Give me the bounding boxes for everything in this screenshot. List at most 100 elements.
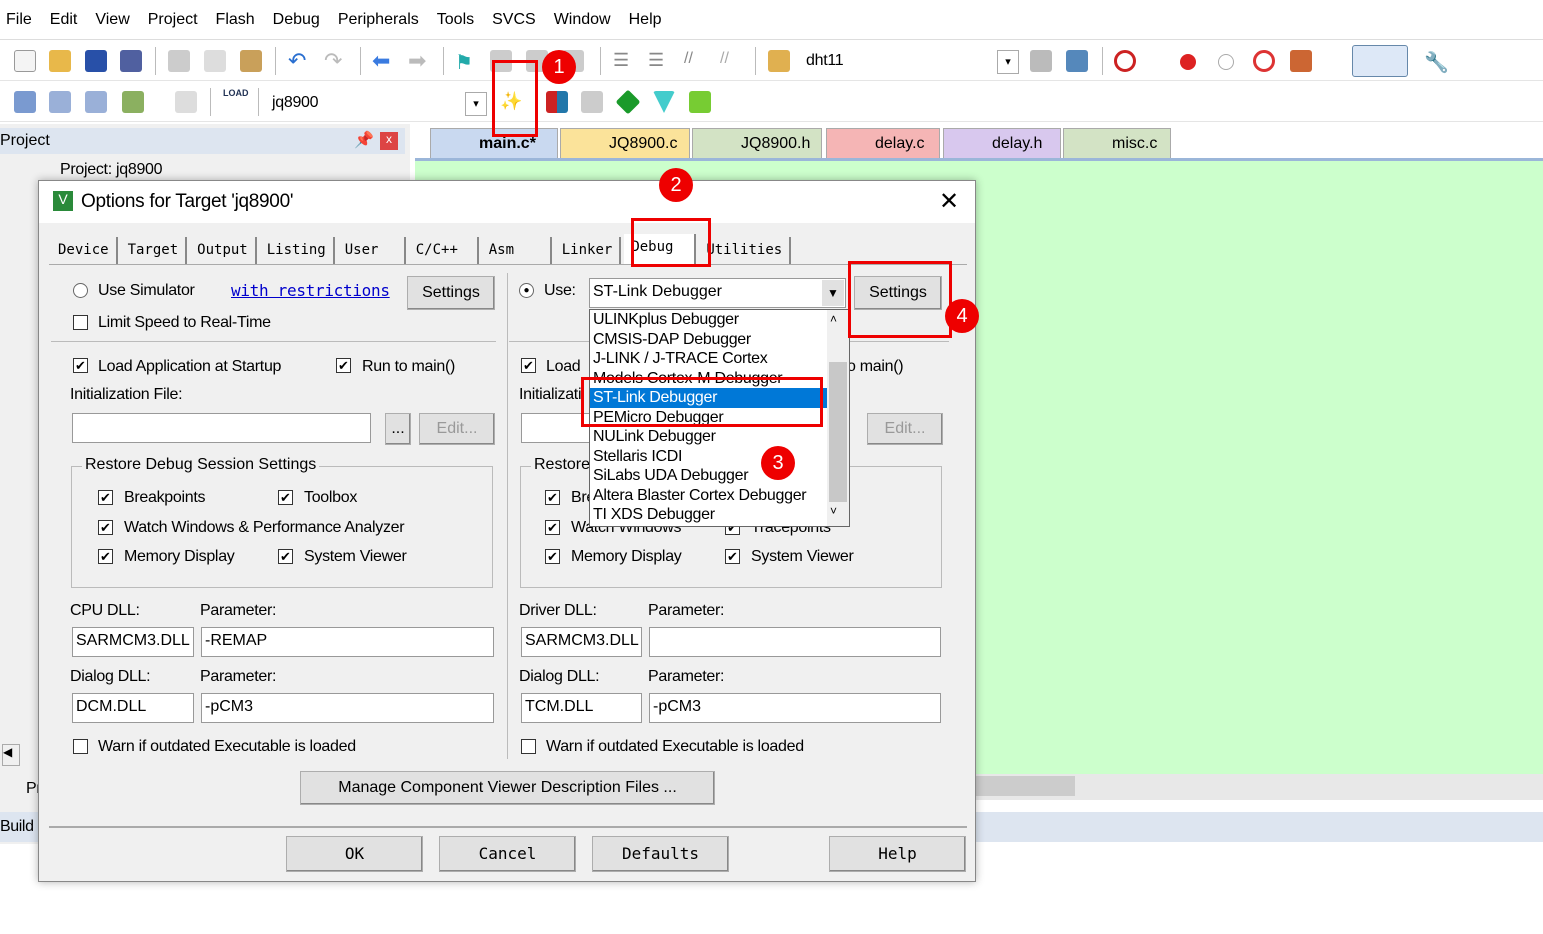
menu-debug[interactable]: Debug xyxy=(267,11,332,29)
tab-listing[interactable]: Listing xyxy=(260,237,335,265)
bookmark-icon[interactable]: ⚑ xyxy=(455,50,477,74)
close-dialog-icon[interactable]: ✕ xyxy=(939,187,959,216)
menu-file[interactable]: File xyxy=(0,11,44,29)
kill-all-breakpoints-icon[interactable] xyxy=(1290,50,1312,72)
tab-asm[interactable]: Asm xyxy=(482,237,552,265)
tab-output[interactable]: Output xyxy=(190,237,257,265)
limit-speed-checkbox[interactable] xyxy=(73,315,88,330)
debugger-option[interactable]: J-LINK / J-TRACE Cortex xyxy=(590,349,849,369)
menu-help[interactable]: Help xyxy=(623,11,674,29)
debugger-option[interactable]: TI XDS Debugger xyxy=(590,505,849,525)
tab-misc-c[interactable]: misc.c xyxy=(1063,128,1171,158)
memory-display-checkbox[interactable]: ✔ xyxy=(98,549,113,564)
debugger-dropdown-arrow-icon[interactable]: ▼ xyxy=(822,280,844,306)
find-in-files-icon[interactable] xyxy=(768,50,790,72)
find-combo-value[interactable]: dht11 xyxy=(806,52,844,70)
tab-utilities[interactable]: Utilities xyxy=(699,237,792,265)
right-breakpoints-checkbox[interactable]: ✔ xyxy=(545,490,560,505)
right-edit-init-file-button[interactable]: Edit... xyxy=(867,413,943,445)
cut-icon[interactable] xyxy=(168,50,190,72)
right-load-application-checkbox[interactable]: ✔ xyxy=(521,358,536,373)
browse-init-file-button[interactable]: ... xyxy=(385,413,411,445)
indent-icon[interactable]: ☰ xyxy=(613,50,635,72)
manage-component-viewer-button[interactable]: Manage Component Viewer Description File… xyxy=(300,771,715,805)
menu-edit[interactable]: Edit xyxy=(44,11,90,29)
menu-flash[interactable]: Flash xyxy=(210,11,267,29)
manage-runtime-icon[interactable] xyxy=(653,91,675,113)
run-to-main-checkbox[interactable]: ✔ xyxy=(336,358,351,373)
driver-parameter-input[interactable] xyxy=(649,627,941,657)
breakpoints-checkbox[interactable]: ✔ xyxy=(98,490,113,505)
right-dialog-dll-input[interactable]: TCM.DLL xyxy=(521,693,642,723)
debug-session-icon[interactable] xyxy=(1114,50,1136,72)
cpu-dll-input[interactable]: SARMCM3.DLL xyxy=(72,627,194,657)
dialog-parameter-input[interactable]: -pCM3 xyxy=(201,693,494,723)
tab-target[interactable]: Target xyxy=(121,237,188,265)
scroll-left-icon[interactable]: ◀ xyxy=(2,744,20,766)
tab-jq8900-h[interactable]: JQ8900.h xyxy=(692,128,822,158)
redo-icon[interactable]: ↷ xyxy=(324,50,346,72)
menu-project[interactable]: Project xyxy=(142,11,210,29)
defaults-button[interactable]: Defaults xyxy=(592,836,729,872)
kill-breakpoints-icon[interactable] xyxy=(1253,50,1275,72)
unindent-icon[interactable]: ☰ xyxy=(648,50,670,72)
tab-jq8900-c[interactable]: JQ8900.c xyxy=(560,128,690,158)
incremental-find-icon[interactable] xyxy=(1030,50,1052,72)
use-debugger-radio[interactable]: ● xyxy=(519,283,534,298)
copy-icon[interactable] xyxy=(204,50,226,72)
system-viewer-checkbox[interactable]: ✔ xyxy=(278,549,293,564)
find-icon[interactable] xyxy=(1066,50,1088,72)
undo-icon[interactable]: ↶ xyxy=(288,50,310,72)
with-restrictions-link[interactable]: with restrictions xyxy=(231,281,390,300)
new-file-icon[interactable] xyxy=(14,50,36,72)
close-panel-icon[interactable]: x xyxy=(380,132,398,150)
load-application-checkbox[interactable]: ✔ xyxy=(73,358,88,373)
driver-dll-input[interactable]: SARMCM3.DLL xyxy=(521,627,642,657)
find-dropdown-chevron-icon[interactable]: ▾ xyxy=(997,50,1019,74)
right-warn-outdated-checkbox[interactable] xyxy=(521,739,536,754)
help-button[interactable]: Help xyxy=(829,836,966,872)
tab-delay-c[interactable]: delay.c xyxy=(826,128,940,158)
dialog-dll-input[interactable]: DCM.DLL xyxy=(72,693,194,723)
menu-peripherals[interactable]: Peripherals xyxy=(332,11,431,29)
select-packs-icon[interactable] xyxy=(581,91,603,113)
scroll-down-icon[interactable]: ˅ xyxy=(830,504,837,518)
edit-init-file-button[interactable]: Edit... xyxy=(419,413,495,445)
debugger-select[interactable]: ST-Link Debugger xyxy=(589,278,846,308)
paste-icon[interactable] xyxy=(240,50,262,72)
debugger-option[interactable]: SiLabs UDA Debugger xyxy=(590,466,849,486)
pack-installer-icon[interactable] xyxy=(615,89,641,115)
debugger-option[interactable]: ULINKplus Debugger xyxy=(590,310,849,330)
tab-user[interactable]: User xyxy=(338,237,406,265)
right-watch-checkbox[interactable]: ✔ xyxy=(545,520,560,535)
manage-project-items-icon[interactable] xyxy=(546,91,568,113)
warn-outdated-checkbox[interactable] xyxy=(73,739,88,754)
menu-svcs[interactable]: SVCS xyxy=(486,11,548,29)
event-recorder-icon[interactable] xyxy=(689,91,711,113)
download-icon[interactable]: LOAD xyxy=(223,88,249,110)
save-icon[interactable] xyxy=(85,50,107,72)
debugger-option[interactable]: Altera Blaster Cortex Debugger xyxy=(590,486,849,506)
rebuild-icon[interactable] xyxy=(85,91,107,113)
right-system-viewer-checkbox[interactable]: ✔ xyxy=(725,549,740,564)
debugger-option[interactable]: CMSIS-DAP Debugger xyxy=(590,330,849,350)
use-simulator-radio[interactable] xyxy=(73,283,88,298)
configure-icon[interactable]: 🔧 xyxy=(1424,50,1449,74)
back-icon[interactable]: ⬅ xyxy=(372,50,394,72)
simulator-settings-button[interactable]: Settings xyxy=(407,276,495,310)
target-dropdown-chevron-icon[interactable]: ▾ xyxy=(465,92,487,116)
scroll-up-icon[interactable]: ˄ xyxy=(830,312,837,326)
init-file-input[interactable] xyxy=(72,413,371,443)
right-dialog-parameter-input[interactable]: -pCM3 xyxy=(649,693,941,723)
tab-delay-h[interactable]: delay.h xyxy=(943,128,1061,158)
breakpoint-icon[interactable] xyxy=(1180,54,1196,70)
uncomment-icon[interactable]: // xyxy=(720,50,742,72)
save-all-icon[interactable] xyxy=(120,50,142,72)
menu-view[interactable]: View xyxy=(89,11,141,29)
toolbox-checkbox[interactable]: ✔ xyxy=(278,490,293,505)
stop-build-icon[interactable] xyxy=(175,91,197,113)
translate-icon[interactable] xyxy=(14,91,36,113)
disable-breakpoint-icon[interactable] xyxy=(1218,54,1234,70)
target-select-value[interactable]: jq8900 xyxy=(272,94,319,112)
tab-linker[interactable]: Linker xyxy=(555,237,622,265)
